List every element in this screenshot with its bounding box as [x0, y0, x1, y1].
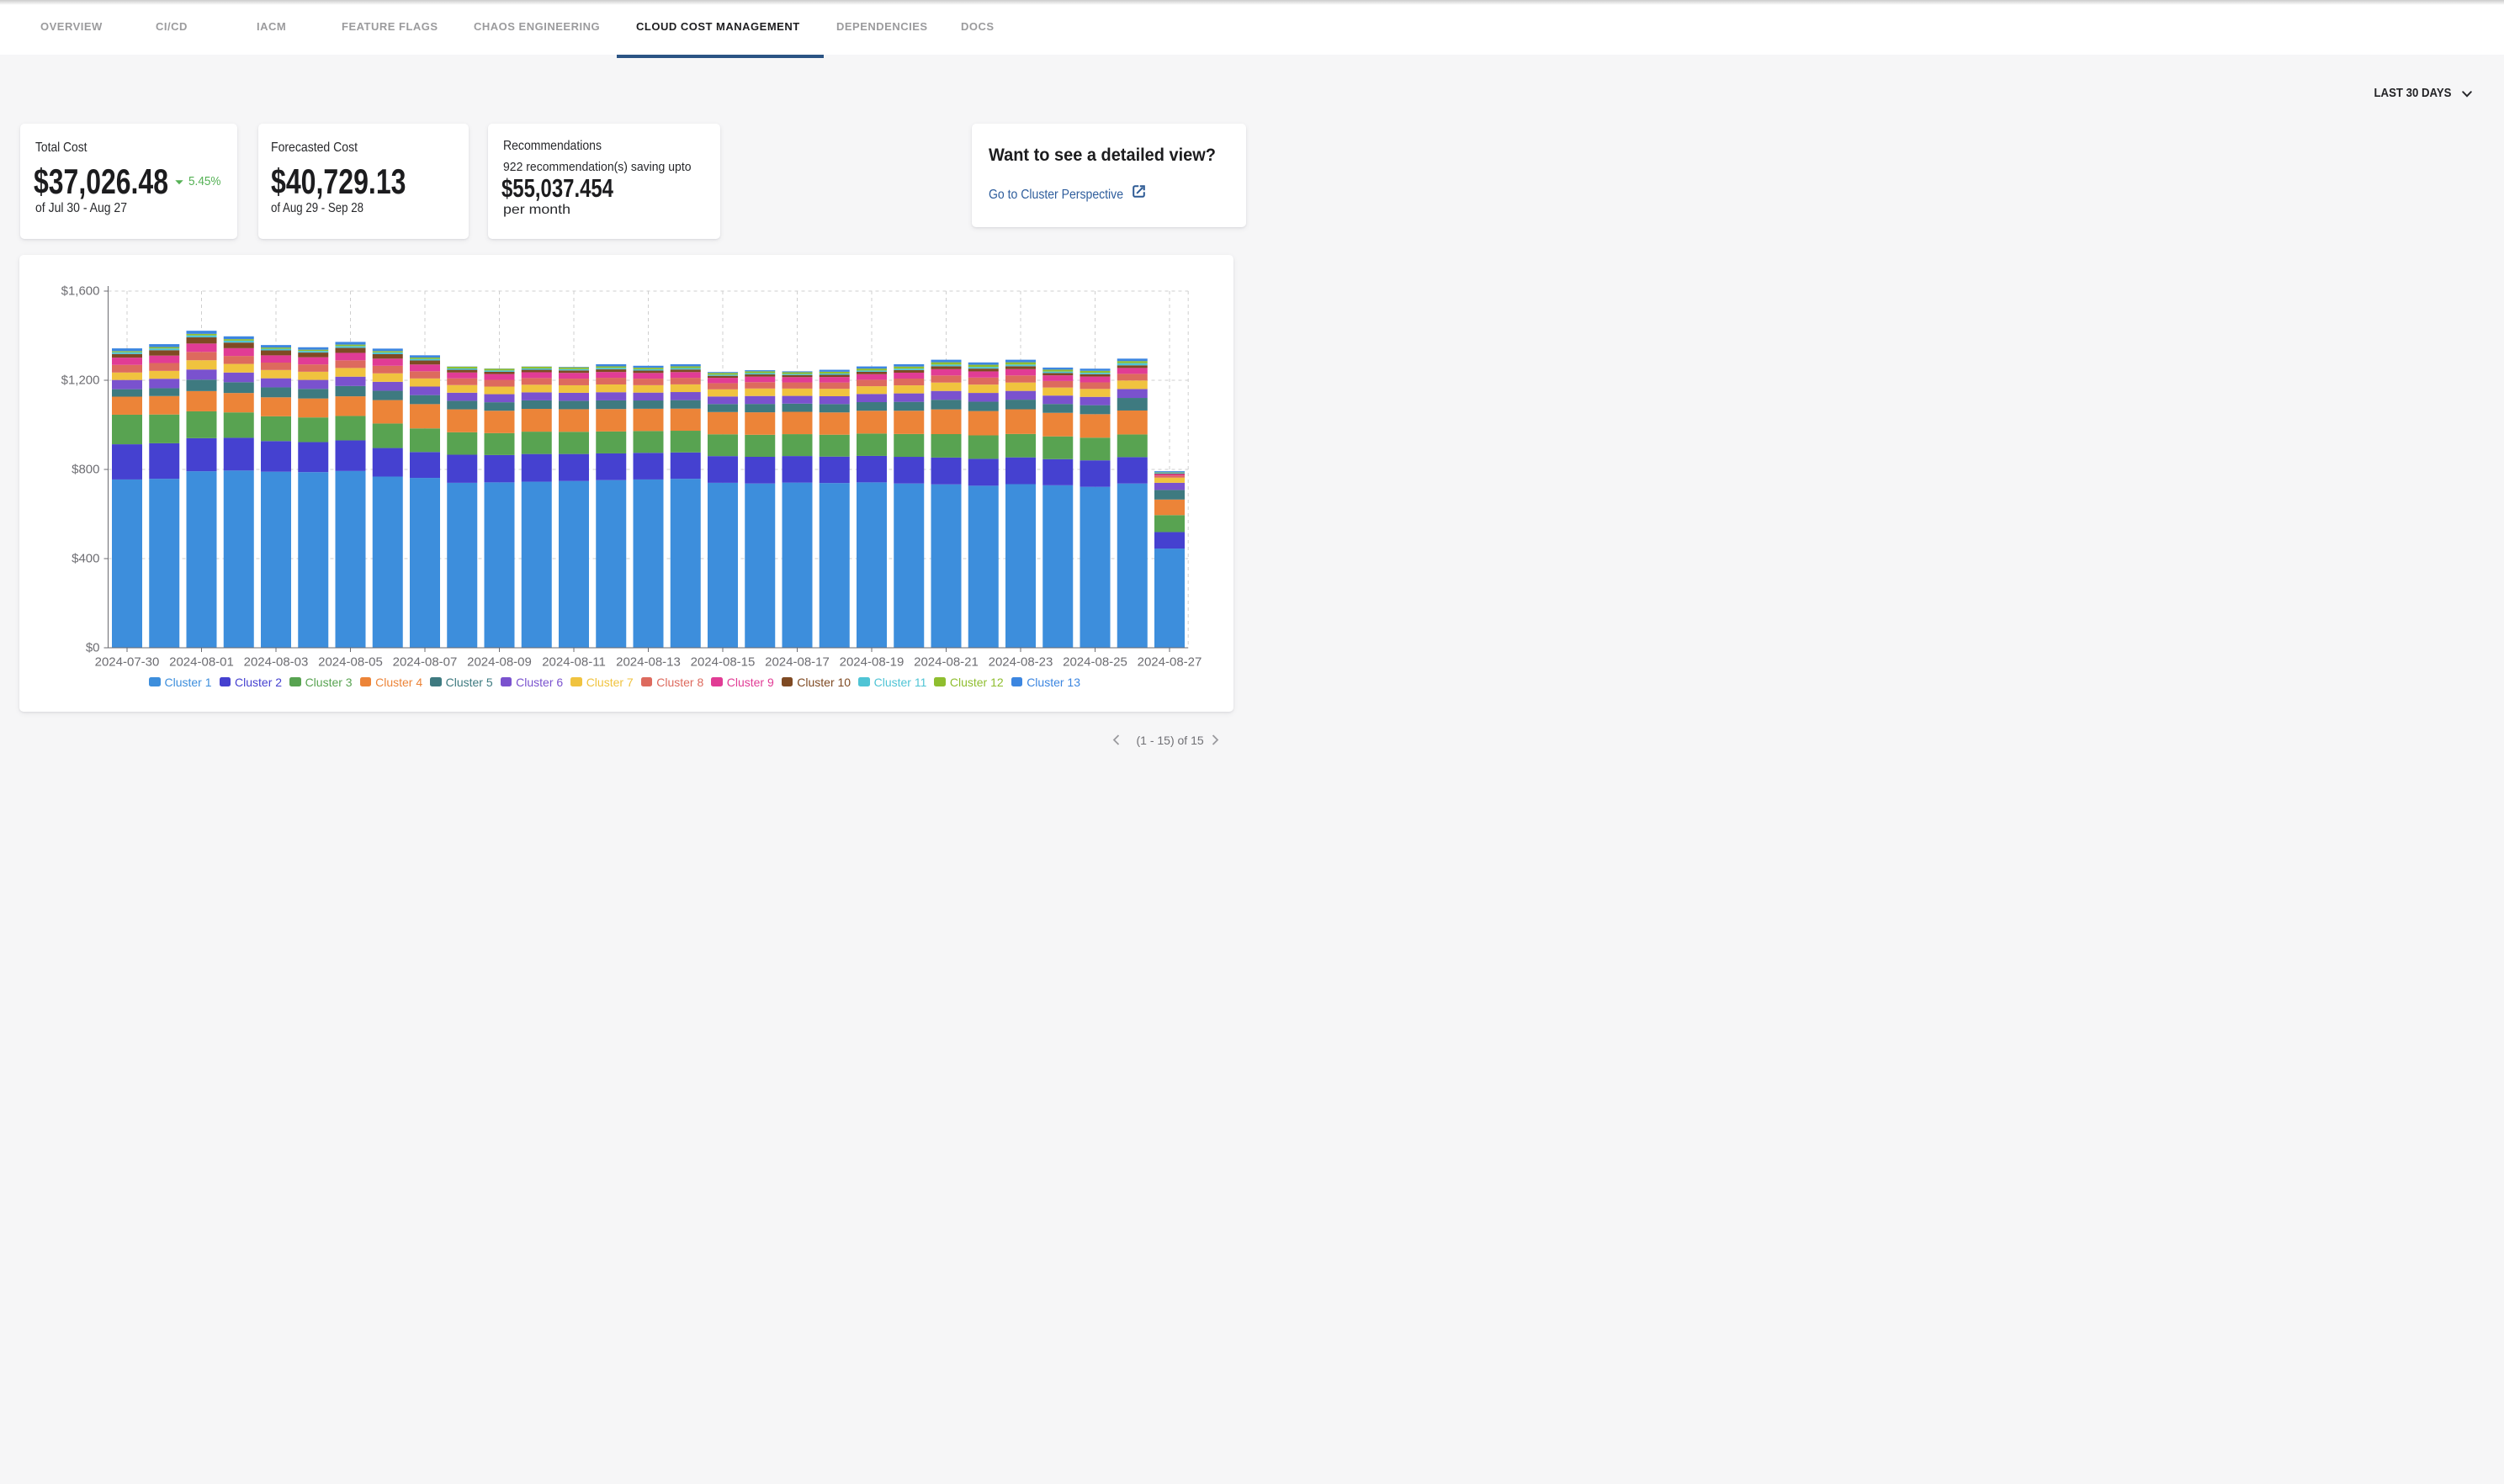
svg-text:2024-08-25: 2024-08-25: [1063, 655, 1127, 670]
svg-text:2024-08-19: 2024-08-19: [839, 655, 904, 670]
svg-text:2024-08-11: 2024-08-11: [542, 655, 606, 670]
svg-text:$0: $0: [85, 641, 99, 655]
svg-text:$800: $800: [72, 463, 99, 477]
svg-text:$400: $400: [72, 552, 99, 566]
svg-text:2024-08-01: 2024-08-01: [169, 655, 234, 670]
svg-text:2024-08-27: 2024-08-27: [1137, 655, 1202, 670]
svg-text:$1,200: $1,200: [61, 374, 99, 388]
svg-text:2024-08-21: 2024-08-21: [914, 655, 979, 670]
svg-text:2024-08-05: 2024-08-05: [318, 655, 383, 670]
svg-text:2024-08-17: 2024-08-17: [765, 655, 830, 670]
svg-text:2024-08-13: 2024-08-13: [616, 655, 681, 670]
svg-text:2024-08-15: 2024-08-15: [690, 655, 755, 670]
svg-text:2024-08-23: 2024-08-23: [988, 655, 1053, 670]
svg-text:2024-07-30: 2024-07-30: [94, 655, 159, 670]
svg-text:$1,600: $1,600: [61, 284, 99, 299]
svg-text:2024-08-07: 2024-08-07: [392, 655, 457, 670]
svg-text:2024-08-03: 2024-08-03: [243, 655, 308, 670]
svg-text:2024-08-09: 2024-08-09: [467, 655, 532, 670]
